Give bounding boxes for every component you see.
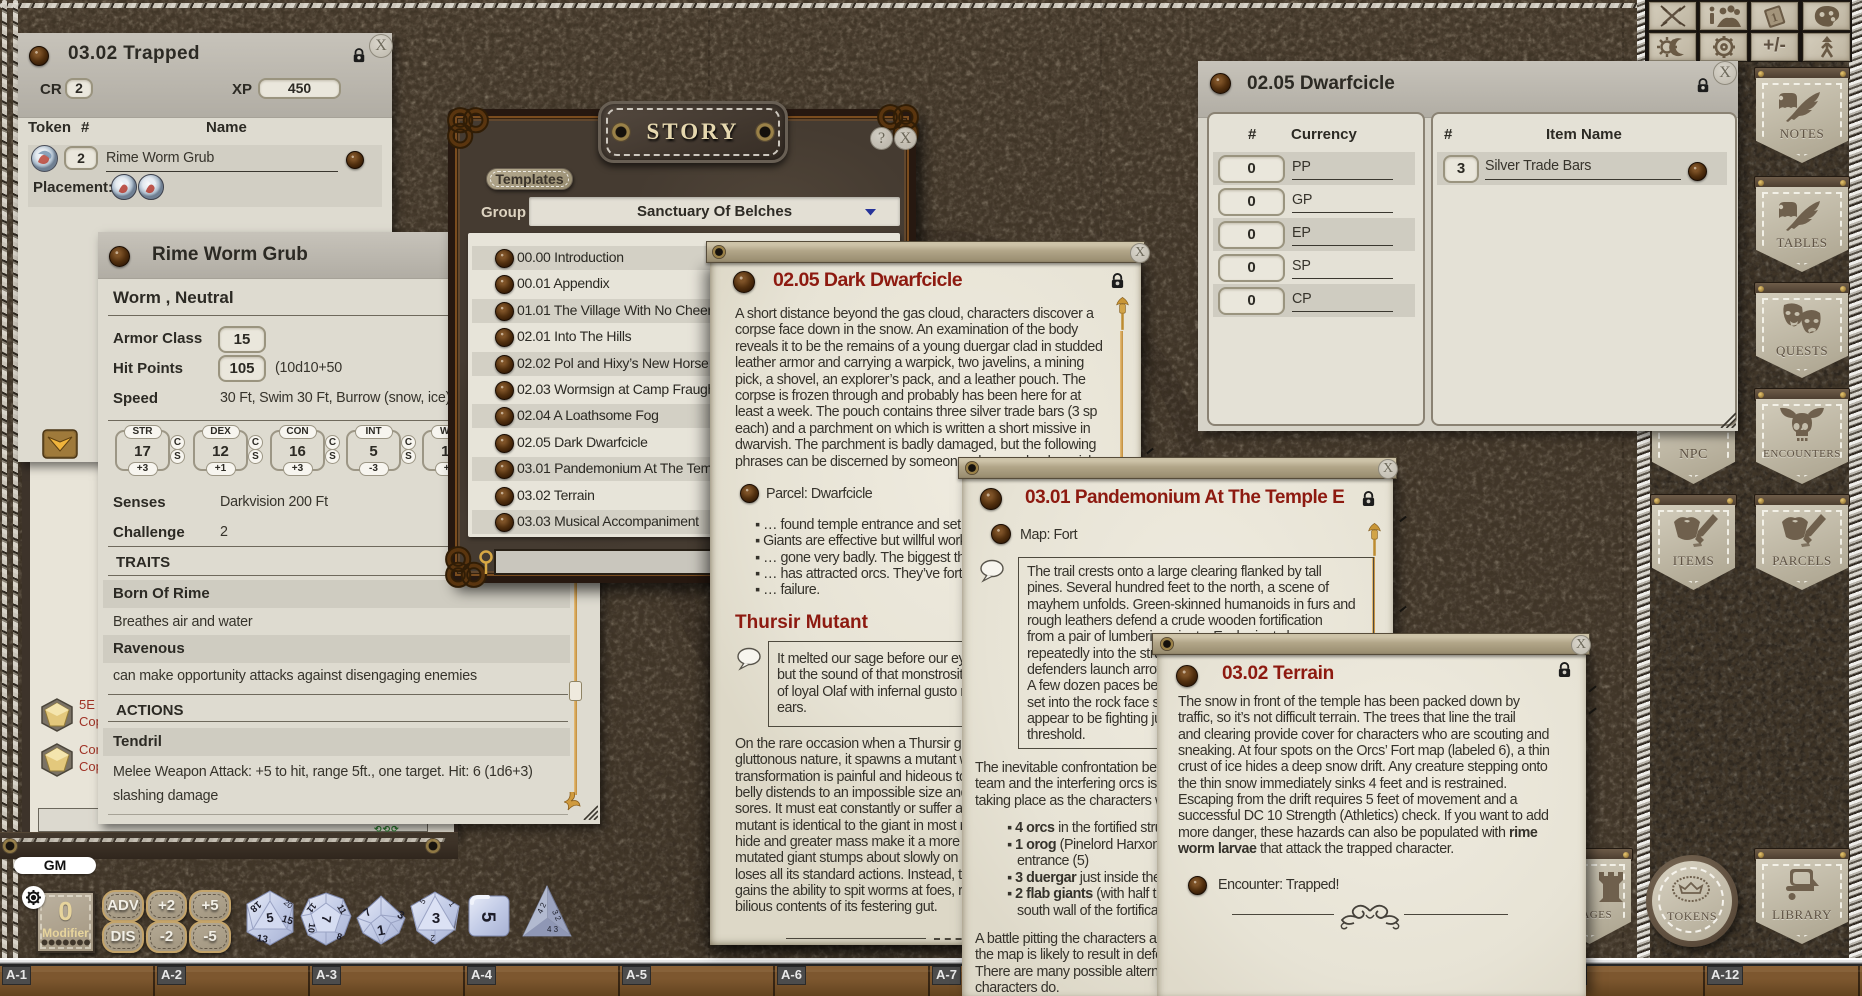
svg-text:10: 10 bbox=[306, 922, 317, 933]
svg-text:4 3: 4 3 bbox=[547, 925, 559, 934]
svg-text:2: 2 bbox=[430, 933, 435, 942]
svg-text:8: 8 bbox=[336, 931, 343, 942]
svg-text:13: 13 bbox=[256, 933, 269, 946]
svg-text:5: 5 bbox=[477, 912, 498, 923]
svg-text:7: 7 bbox=[319, 915, 335, 924]
svg-text:3: 3 bbox=[432, 910, 440, 927]
